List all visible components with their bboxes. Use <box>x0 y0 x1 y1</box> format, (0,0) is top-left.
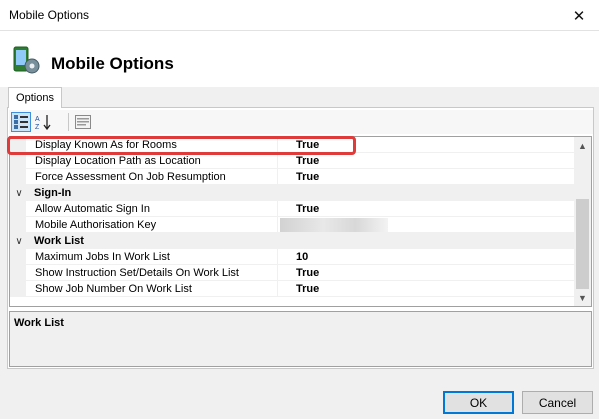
categorized-view-icon <box>14 115 28 129</box>
alphabetical-view-button[interactable]: A Z <box>34 112 54 132</box>
window-title: Mobile Options <box>9 8 90 22</box>
row-gutter <box>10 249 26 265</box>
row-gutter <box>10 201 26 217</box>
scroll-down-icon[interactable]: ▼ <box>574 289 591 306</box>
property-row-force-assessment[interactable]: Force Assessment On Job Resumption True <box>10 169 575 185</box>
row-gutter <box>10 281 26 297</box>
property-grid[interactable]: Display Known As for Rooms True Display … <box>9 136 592 307</box>
tab-options-label: Options <box>16 92 54 104</box>
property-row-allow-automatic-sign-in[interactable]: Allow Automatic Sign In True <box>10 201 575 217</box>
chevron-down-icon[interactable]: ∨ <box>13 234 25 248</box>
property-name: Force Assessment On Job Resumption <box>26 169 278 185</box>
categorized-view-button[interactable] <box>11 112 31 132</box>
ok-button[interactable]: OK <box>443 391 514 414</box>
property-row-show-instruction-set[interactable]: Show Instruction Set/Details On Work Lis… <box>10 265 575 281</box>
category-label: Work List <box>34 235 84 247</box>
property-name: Display Known As for Rooms <box>26 137 278 153</box>
property-value[interactable]: 10 <box>278 249 575 265</box>
scrollbar-thumb[interactable] <box>576 199 589 289</box>
property-name: Show Job Number On Work List <box>26 281 278 297</box>
property-grid-rows: Display Known As for Rooms True Display … <box>10 137 575 306</box>
description-panel: Work List <box>9 311 592 367</box>
dialog-header: Mobile Options <box>0 31 599 87</box>
description-title: Work List <box>14 317 64 329</box>
property-name: Show Instruction Set/Details On Work Lis… <box>26 265 278 281</box>
row-gutter <box>10 265 26 281</box>
property-value[interactable]: True <box>278 201 575 217</box>
property-row-mobile-authorisation-key[interactable]: Mobile Authorisation Key <box>10 217 575 233</box>
scroll-up-icon[interactable]: ▲ <box>574 137 591 154</box>
tab-options[interactable]: Options <box>8 87 62 108</box>
svg-text:A: A <box>35 116 40 123</box>
property-row-show-job-number[interactable]: Show Job Number On Work List True <box>10 281 575 297</box>
property-name: Display Location Path as Location <box>26 153 278 169</box>
property-name: Maximum Jobs In Work List <box>26 249 278 265</box>
page-title: Mobile Options <box>51 54 174 73</box>
category-row-work-list[interactable]: ∨ Work List <box>10 233 575 249</box>
row-gutter <box>10 169 26 185</box>
property-pages-button[interactable] <box>73 112 93 132</box>
property-value[interactable]: True <box>278 153 575 169</box>
property-name: Mobile Authorisation Key <box>26 217 278 233</box>
row-gutter <box>10 217 26 233</box>
property-pages-icon <box>75 115 91 129</box>
cancel-button[interactable]: Cancel <box>522 391 593 414</box>
vertical-scrollbar[interactable]: ▲ ▼ <box>574 137 591 306</box>
category-row-sign-in[interactable]: ∨ Sign-In <box>10 185 575 201</box>
sort-az-icon: A Z <box>35 115 51 130</box>
property-toolbar: A Z <box>9 110 593 134</box>
property-value[interactable]: True <box>278 137 575 153</box>
title-bar: Mobile Options ✕ <box>0 0 599 31</box>
close-icon[interactable]: ✕ <box>559 0 599 31</box>
property-value[interactable]: True <box>278 281 575 297</box>
property-row-display-location-path[interactable]: Display Location Path as Location True <box>10 153 575 169</box>
property-value[interactable]: True <box>278 169 575 185</box>
property-row-display-known-as[interactable]: Display Known As for Rooms True <box>10 137 575 153</box>
property-name: Allow Automatic Sign In <box>26 201 278 217</box>
toolbar-separator <box>68 113 69 131</box>
property-row-maximum-jobs[interactable]: Maximum Jobs In Work List 10 <box>10 249 575 265</box>
row-gutter <box>10 153 26 169</box>
property-value[interactable]: True <box>278 265 575 281</box>
redacted-value <box>280 218 388 232</box>
mobile-settings-icon <box>13 46 40 74</box>
row-gutter <box>10 137 26 153</box>
category-label: Sign-In <box>34 187 72 199</box>
svg-text:Z: Z <box>35 124 40 130</box>
chevron-down-icon[interactable]: ∨ <box>13 186 25 200</box>
